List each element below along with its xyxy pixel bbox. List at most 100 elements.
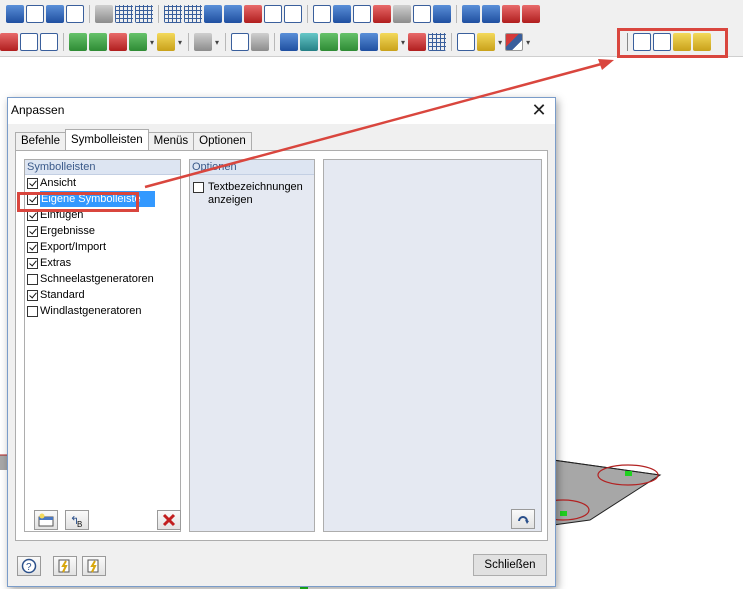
line-icon[interactable] bbox=[231, 33, 250, 51]
toolbar-row-1 bbox=[0, 0, 743, 28]
delete-toolbar-icon bbox=[162, 513, 176, 527]
select-icon[interactable] bbox=[157, 33, 176, 51]
grid-icon[interactable] bbox=[164, 5, 182, 23]
tab-optionen[interactable]: Optionen bbox=[193, 132, 252, 150]
toolbar-label: Ansicht bbox=[40, 177, 77, 189]
customize-dialog: Anpassen ✕ Befehle Symbolleisten Menüs O… bbox=[7, 97, 556, 587]
guide-icon[interactable] bbox=[284, 5, 302, 23]
mirror-icon[interactable] bbox=[353, 5, 371, 23]
rename-toolbar-button[interactable]: ↰ B bbox=[65, 510, 89, 530]
show-text-labels-option[interactable]: Textbezeichnungen anzeigen bbox=[190, 175, 314, 207]
boxes-icon[interactable] bbox=[40, 33, 58, 51]
svg-text:?: ? bbox=[26, 562, 32, 573]
support-icon[interactable] bbox=[340, 33, 359, 51]
rotate-view-icon[interactable] bbox=[95, 5, 113, 23]
export-up-icon[interactable] bbox=[482, 5, 500, 23]
list-item[interactable]: Export/Import bbox=[25, 239, 180, 255]
export-down-icon[interactable] bbox=[462, 5, 480, 23]
toolbar-checkbox[interactable] bbox=[27, 177, 38, 189]
dimension-icon[interactable] bbox=[66, 5, 84, 23]
coordinates-icon[interactable] bbox=[26, 5, 44, 23]
tab-menues[interactable]: Menüs bbox=[147, 132, 195, 150]
camera-icon[interactable] bbox=[393, 5, 411, 23]
axis-y-icon[interactable] bbox=[89, 33, 107, 51]
tab-strip: Befehle Symbolleisten Menüs Optionen bbox=[15, 129, 252, 151]
close-button[interactable]: Schließen bbox=[473, 554, 547, 576]
capture-icon[interactable] bbox=[413, 5, 431, 23]
load-icon[interactable] bbox=[408, 33, 427, 51]
surface-icon[interactable] bbox=[300, 33, 319, 51]
toolbar-checkbox[interactable] bbox=[27, 289, 38, 301]
cross-icon[interactable] bbox=[373, 5, 391, 23]
settings-gear-icon[interactable] bbox=[433, 5, 451, 23]
colors-icon[interactable] bbox=[505, 33, 524, 51]
toolbar-checkbox[interactable] bbox=[27, 273, 38, 285]
show-text-labels-label: Textbezeichnungen anzeigen bbox=[208, 181, 303, 206]
workplane-icon[interactable] bbox=[264, 5, 282, 23]
toolbars-panel: Symbolleisten Ansicht Eigene Symbolleiste… bbox=[24, 159, 181, 532]
axis-neg-x-icon[interactable] bbox=[129, 33, 147, 51]
dialog-title: Anpassen bbox=[11, 103, 65, 117]
box-icon[interactable] bbox=[20, 33, 38, 51]
hinge-icon[interactable] bbox=[360, 33, 379, 51]
export-settings-button[interactable] bbox=[82, 556, 106, 576]
rename-toolbar-icon: ↰B bbox=[70, 515, 82, 528]
render-icon[interactable] bbox=[115, 5, 133, 23]
toolbar-label: Extras bbox=[40, 257, 72, 269]
options-panel-header: Optionen bbox=[190, 160, 314, 175]
member-icon[interactable] bbox=[280, 33, 299, 51]
toolbar-checkbox[interactable] bbox=[27, 241, 38, 253]
toolbar-checkbox[interactable] bbox=[27, 257, 38, 269]
import-settings-icon bbox=[58, 559, 70, 573]
options-panel: Optionen Textbezeichnungen anzeigen bbox=[189, 159, 315, 532]
results-icon[interactable] bbox=[477, 33, 496, 51]
solid-color-icon[interactable] bbox=[320, 33, 339, 51]
reset-icon bbox=[518, 516, 529, 524]
toolbar-checkbox[interactable] bbox=[27, 305, 38, 317]
grid-dots-icon[interactable] bbox=[184, 5, 202, 23]
list-item[interactable]: Extras bbox=[25, 255, 180, 271]
snap-node-icon[interactable] bbox=[224, 5, 242, 23]
help-icon: ? bbox=[21, 558, 37, 574]
new-toolbar-icon bbox=[38, 513, 54, 527]
node-icon[interactable] bbox=[313, 5, 331, 23]
flag-alt-icon[interactable] bbox=[522, 5, 540, 23]
import-settings-button[interactable] bbox=[53, 556, 77, 576]
snap-icon[interactable] bbox=[204, 5, 222, 23]
show-text-labels-checkbox[interactable] bbox=[193, 182, 204, 193]
circle-icon[interactable] bbox=[333, 5, 351, 23]
flag-icon[interactable] bbox=[502, 5, 520, 23]
report-icon[interactable] bbox=[457, 33, 476, 51]
snap-mid-icon[interactable] bbox=[244, 5, 262, 23]
layout-icon[interactable] bbox=[380, 33, 399, 51]
solid-icon[interactable] bbox=[194, 33, 213, 51]
toolbar-checkbox[interactable] bbox=[27, 225, 38, 237]
view-icon[interactable] bbox=[6, 5, 24, 23]
new-toolbar-button[interactable] bbox=[34, 510, 58, 530]
help-button[interactable]: ? bbox=[17, 556, 41, 576]
custom-toolbar-highlight bbox=[617, 28, 728, 58]
reset-toolbar-button[interactable] bbox=[511, 509, 535, 529]
section-icon[interactable] bbox=[251, 33, 270, 51]
axis-x-icon[interactable] bbox=[69, 33, 87, 51]
list-item[interactable]: Ergebnisse bbox=[25, 223, 180, 239]
table-icon[interactable] bbox=[428, 33, 447, 51]
delete-toolbar-button[interactable] bbox=[157, 510, 181, 530]
list-item[interactable]: Windlastgeneratoren bbox=[25, 303, 180, 319]
toolbar-label: Windlastgeneratoren bbox=[40, 305, 142, 317]
dialog-titlebar: Anpassen ✕ bbox=[8, 98, 555, 124]
eye-icon[interactable] bbox=[46, 5, 64, 23]
axis-z-icon[interactable] bbox=[109, 33, 127, 51]
toolbar-label: Export/Import bbox=[40, 241, 107, 253]
tab-symbolleisten[interactable]: Symbolleisten bbox=[65, 129, 149, 150]
tab-befehle[interactable]: Befehle bbox=[15, 132, 67, 150]
list-item[interactable]: Ansicht bbox=[25, 175, 180, 191]
preview-panel bbox=[323, 159, 542, 532]
tool-icon[interactable] bbox=[0, 33, 18, 51]
toolbar-label: Ergebnisse bbox=[40, 225, 96, 237]
toolbars-panel-header: Symbolleisten bbox=[25, 160, 180, 175]
close-icon[interactable]: ✕ bbox=[529, 100, 549, 120]
render-wire-icon[interactable] bbox=[135, 5, 153, 23]
list-item[interactable]: Schneelastgeneratoren bbox=[25, 271, 180, 287]
list-item[interactable]: Standard bbox=[25, 287, 180, 303]
